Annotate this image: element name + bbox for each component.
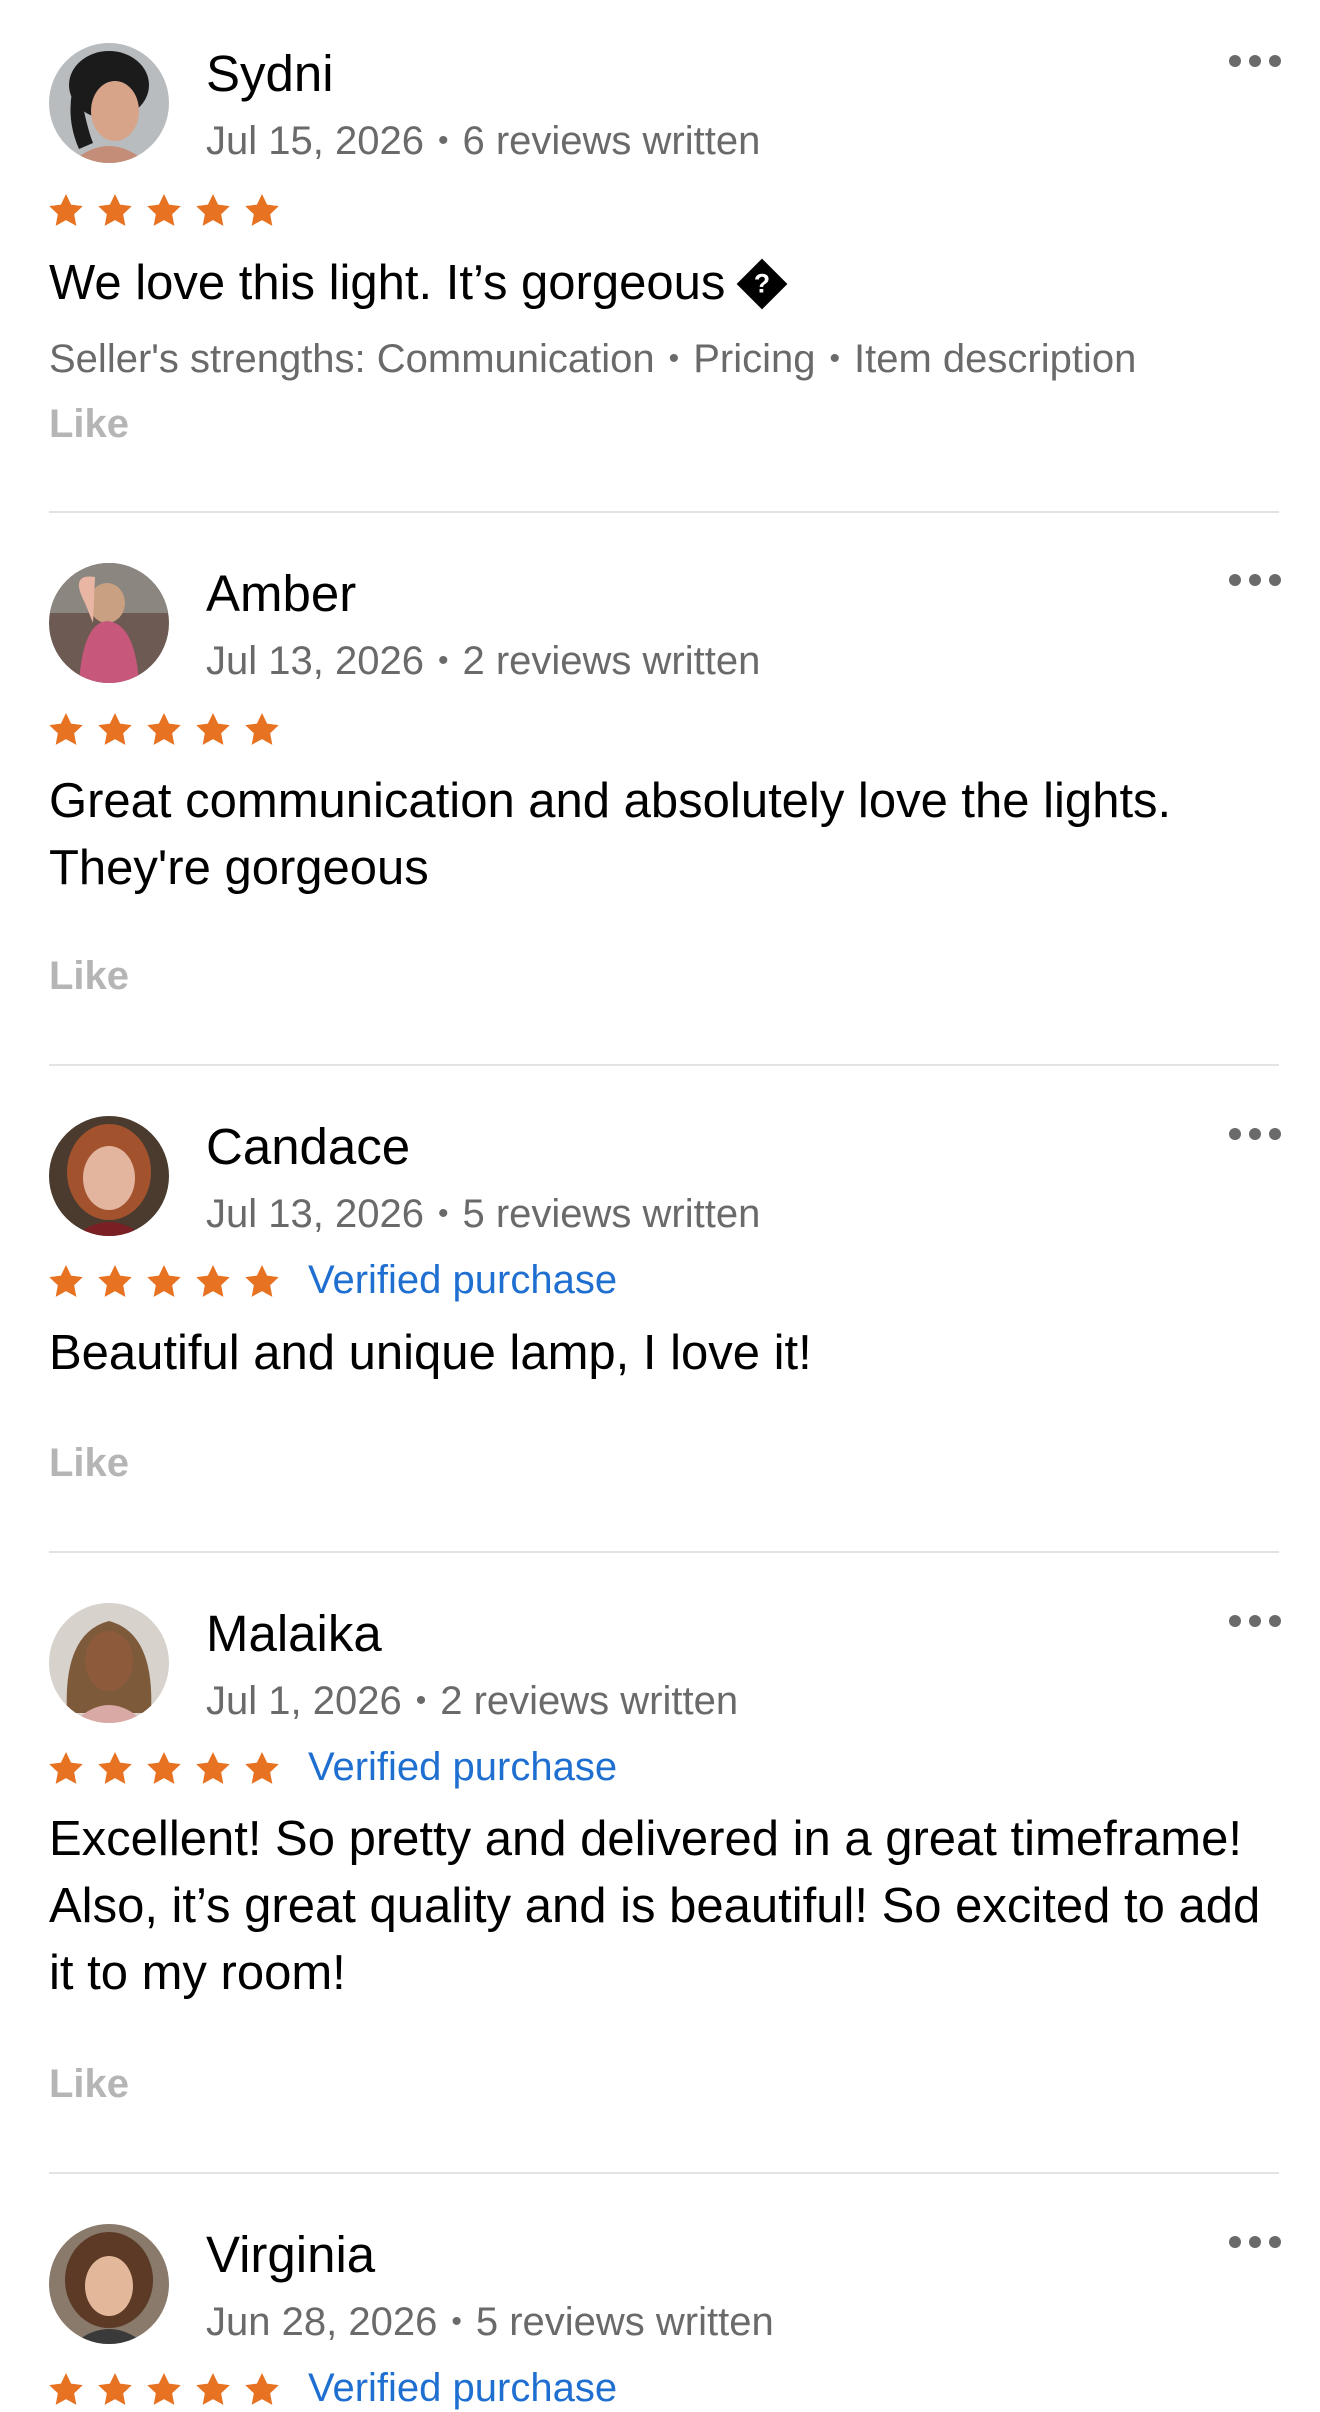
reviews-written-count: 5 reviews written	[462, 1192, 761, 1236]
review-date: Jul 15, 2026	[206, 119, 424, 163]
divider	[49, 511, 1279, 513]
more-options-icon[interactable]	[1229, 2235, 1281, 2249]
review-date: Jul 13, 2026	[206, 1192, 424, 1236]
more-options-icon[interactable]	[1229, 54, 1281, 68]
star-icon	[196, 1752, 230, 1784]
star-icon	[98, 713, 132, 745]
reviews-written-count: 5 reviews written	[475, 2300, 774, 2344]
like-button[interactable]: Like	[49, 400, 129, 448]
star-icon	[245, 713, 279, 745]
star-icon	[196, 713, 230, 745]
review-meta: Jul 15, 2026 • 6 reviews written	[206, 119, 761, 163]
star-rating	[46, 1262, 282, 1302]
star-icon	[245, 194, 279, 226]
star-icon	[147, 713, 181, 745]
verified-purchase-badge[interactable]: Verified purchase	[308, 1743, 617, 1791]
verified-purchase-badge[interactable]: Verified purchase	[308, 2364, 617, 2412]
review-meta: Jun 28, 2026 • 5 reviews written	[206, 2300, 774, 2344]
strength-item: Pricing	[693, 337, 816, 381]
star-icon	[147, 1752, 181, 1784]
avatar[interactable]	[49, 43, 169, 163]
like-button[interactable]: Like	[49, 1439, 129, 1487]
star-rating	[46, 2370, 282, 2410]
reviews-written-count: 6 reviews written	[462, 119, 761, 163]
reviewer-name[interactable]: Amber	[206, 564, 356, 624]
strength-item: Item description	[853, 337, 1137, 381]
review-text: Great communication and absolutely love …	[49, 774, 1172, 895]
avatar[interactable]	[49, 563, 169, 683]
star-icon	[196, 2373, 230, 2405]
reviewer-name[interactable]: Candace	[206, 1117, 410, 1177]
missing-glyph-icon: ?	[737, 258, 788, 310]
star-icon	[245, 1752, 279, 1784]
star-rating	[46, 191, 282, 231]
review-date: Jun 28, 2026	[206, 2300, 438, 2344]
more-options-icon[interactable]	[1229, 1127, 1281, 1141]
star-icon	[49, 194, 83, 226]
more-options-icon[interactable]	[1229, 573, 1281, 587]
reviews-written-count: 2 reviews written	[462, 639, 761, 683]
avatar[interactable]	[49, 1116, 169, 1236]
divider	[49, 1551, 1279, 1553]
star-icon	[98, 2373, 132, 2405]
reviews-written-count: 2 reviews written	[440, 1679, 739, 1723]
star-icon	[49, 713, 83, 745]
reviewer-name[interactable]: Virginia	[206, 2225, 375, 2285]
like-button[interactable]: Like	[49, 2060, 129, 2108]
star-icon	[98, 194, 132, 226]
review-text: Excellent! So pretty and delivered in a …	[49, 1812, 1261, 2000]
avatar[interactable]	[49, 1603, 169, 1723]
review-date: Jul 13, 2026	[206, 639, 424, 683]
star-icon	[245, 2373, 279, 2405]
seller-strengths: Seller's strengths: Communication • Pricin…	[49, 337, 1137, 381]
star-icon	[49, 2373, 83, 2405]
star-icon	[147, 2373, 181, 2405]
star-icon	[98, 1265, 132, 1297]
reviewer-name[interactable]: Sydni	[206, 44, 334, 104]
review-date: Jul 1, 2026	[206, 1679, 402, 1723]
review-text-content: We love this light. It’s gorgeous	[49, 256, 726, 310]
review-meta: Jul 1, 2026 • 2 reviews written	[206, 1679, 739, 1723]
divider	[49, 1064, 1279, 1066]
star-icon	[98, 1752, 132, 1784]
star-icon	[147, 1265, 181, 1297]
strength-item: Seller's strengths: Communication	[49, 337, 655, 381]
review-meta: Jul 13, 2026 • 5 reviews written	[206, 1192, 761, 1236]
more-options-icon[interactable]	[1229, 1614, 1281, 1628]
star-rating	[46, 710, 282, 750]
star-icon	[49, 1265, 83, 1297]
review-text: Beautiful and unique lamp, I love it!	[49, 1326, 812, 1380]
star-rating	[46, 1749, 282, 1789]
star-icon	[245, 1265, 279, 1297]
star-icon	[147, 194, 181, 226]
verified-purchase-badge[interactable]: Verified purchase	[308, 1256, 617, 1304]
like-button[interactable]: Like	[49, 952, 129, 1000]
star-icon	[196, 194, 230, 226]
review-meta: Jul 13, 2026 • 2 reviews written	[206, 639, 761, 683]
star-icon	[49, 1752, 83, 1784]
avatar[interactable]	[49, 2224, 169, 2344]
reviewer-name[interactable]: Malaika	[206, 1604, 382, 1664]
star-icon	[196, 1265, 230, 1297]
review-text: We love this light. It’s gorgeous?	[49, 250, 1279, 317]
divider	[49, 2172, 1279, 2174]
